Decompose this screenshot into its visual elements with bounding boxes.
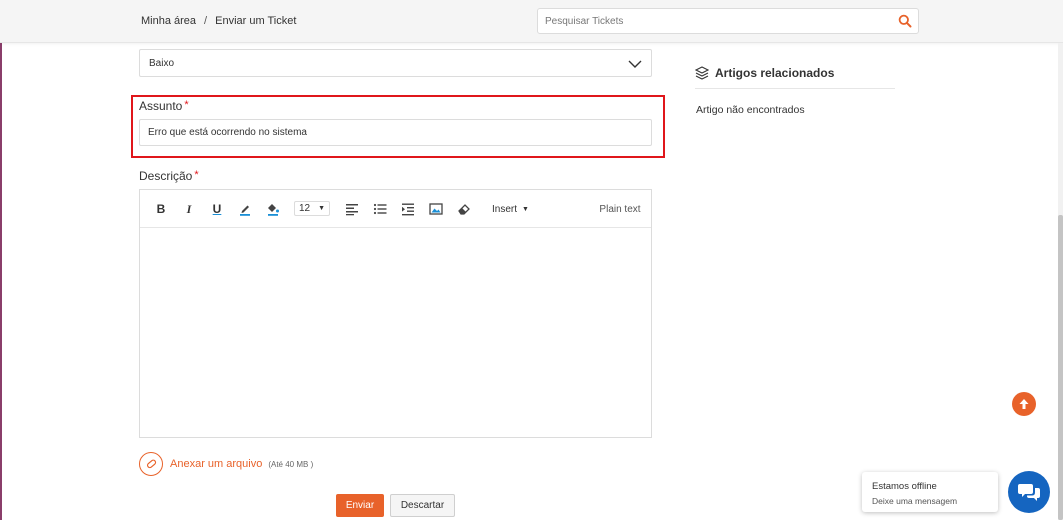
description-label-text: Descrição — [139, 169, 193, 183]
page-scrollbar[interactable] — [1058, 43, 1063, 520]
attach-size-limit: (Até 40 MB ) — [268, 459, 314, 469]
chat-leave-message-text: Deixe uma mensagem — [872, 496, 958, 506]
highlight-color-icon[interactable] — [266, 202, 280, 216]
underline-button[interactable]: U — [210, 202, 224, 216]
description-label: Descrição * — [139, 169, 199, 183]
italic-button[interactable]: I — [182, 202, 196, 216]
window-edge — [0, 0, 2, 520]
required-marker: * — [184, 99, 189, 111]
search-input[interactable] — [538, 9, 878, 33]
send-button[interactable]: Enviar — [336, 494, 384, 517]
eraser-icon[interactable] — [457, 202, 471, 216]
insert-dropdown[interactable]: Insert ▼ — [492, 202, 532, 216]
layers-icon — [695, 66, 709, 80]
arrow-up-icon — [1019, 399, 1029, 409]
top-bar: Minha área / Enviar um Ticket — [0, 0, 1063, 43]
align-left-icon[interactable] — [345, 202, 359, 216]
bullet-list-icon[interactable] — [373, 202, 387, 216]
scroll-to-top-button[interactable] — [1012, 392, 1036, 416]
subject-label-text: Assunto — [139, 99, 183, 113]
insert-label: Insert — [492, 203, 518, 215]
attach-file-label: Anexar um arquivo — [170, 458, 263, 470]
font-color-icon[interactable] — [238, 202, 252, 216]
chat-status-card[interactable]: Estamos offline Deixe uma mensagem — [862, 472, 998, 512]
subject-label: Assunto * — [139, 99, 189, 113]
priority-value: Baixo — [149, 58, 175, 69]
indent-icon[interactable] — [401, 202, 415, 216]
discard-button[interactable]: Descartar — [390, 494, 455, 517]
attach-file[interactable]: Anexar um arquivo (Até 40 MB ) — [139, 452, 313, 476]
divider — [695, 88, 895, 89]
related-articles-title: Artigos relacionados — [715, 66, 835, 80]
breadcrumb-current: Enviar um Ticket — [215, 15, 297, 27]
related-articles-heading: Artigos relacionados — [695, 66, 834, 80]
description-textarea[interactable] — [140, 229, 651, 437]
priority-select[interactable]: Baixo — [139, 49, 652, 77]
scrollbar-thumb[interactable] — [1058, 215, 1063, 520]
subject-input[interactable]: Erro que está ocorrendo no sistema — [139, 119, 652, 146]
chat-bubbles-icon — [1018, 484, 1040, 501]
font-size-select[interactable]: 12 ▼ — [294, 201, 330, 216]
breadcrumb: Minha área / Enviar um Ticket — [141, 15, 296, 27]
plain-text-toggle[interactable]: Plain text — [595, 202, 645, 216]
breadcrumb-separator: / — [204, 15, 208, 27]
font-size-value: 12 — [298, 203, 311, 214]
chevron-down-icon — [628, 57, 642, 69]
bold-button[interactable]: B — [154, 202, 168, 216]
image-icon[interactable] — [429, 202, 443, 216]
search-icon[interactable] — [898, 14, 912, 28]
paperclip-icon — [139, 452, 163, 476]
required-marker: * — [194, 169, 199, 181]
breadcrumb-home-link[interactable]: Minha área — [141, 15, 196, 27]
search-box — [537, 8, 919, 34]
caret-down-icon: ▼ — [522, 205, 529, 213]
chat-launcher-button[interactable] — [1008, 471, 1050, 513]
chat-status-text: Estamos offline — [872, 481, 937, 492]
description-editor: B I U 12 ▼ Insert ▼ Plain text — [139, 189, 652, 438]
editor-toolbar: B I U 12 ▼ Insert ▼ Plain text — [140, 190, 651, 228]
caret-down-icon: ▼ — [318, 205, 326, 212]
related-articles-empty: Artigo não encontrados — [696, 104, 805, 116]
